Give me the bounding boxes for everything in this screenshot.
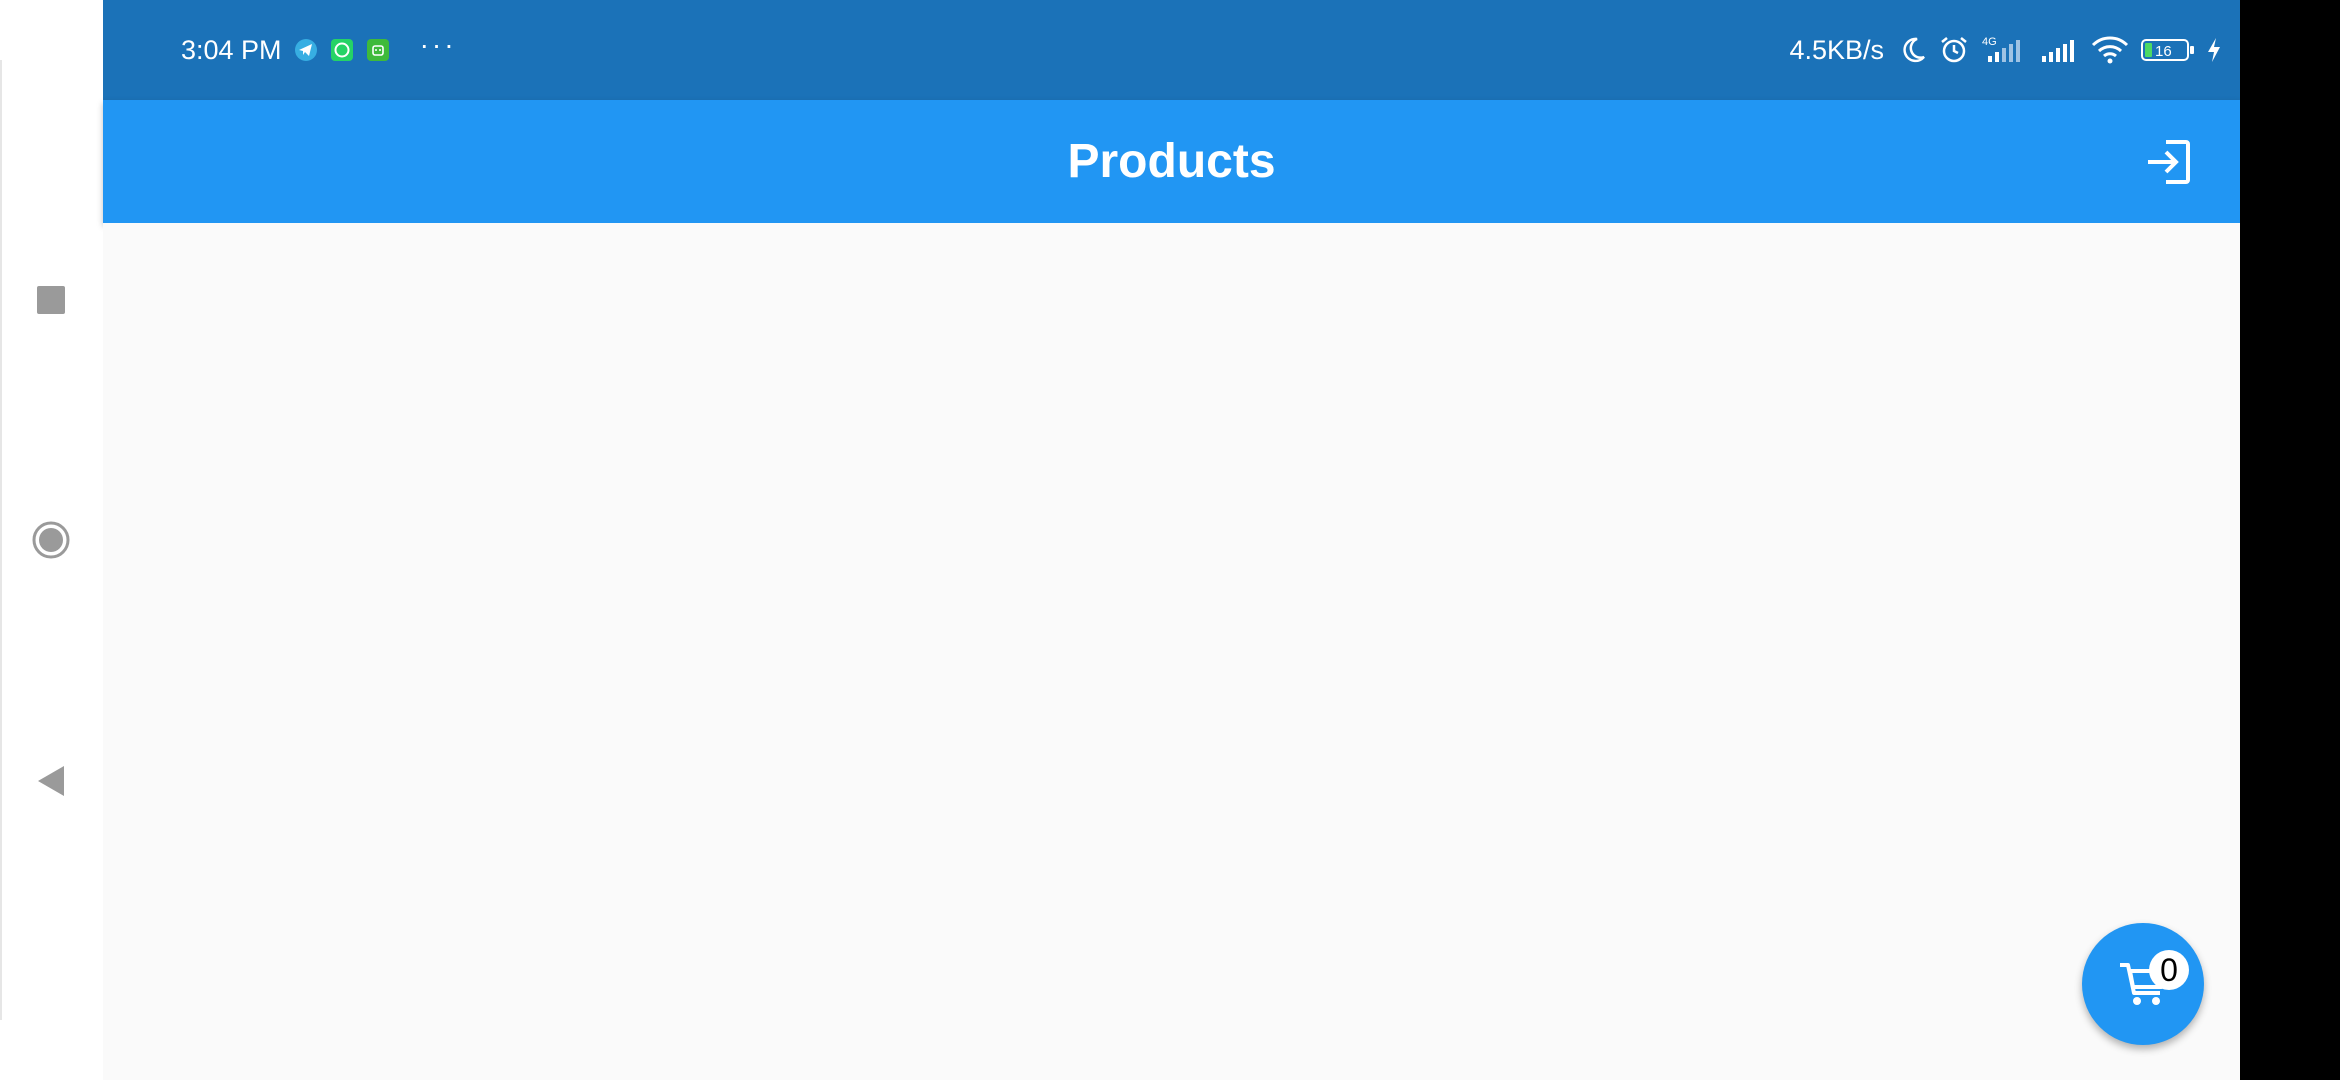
navbar-divider (0, 60, 2, 1020)
app-window: 3:04 PM ··· 4.5KB/s 4G 16 Products 0 (103, 0, 2240, 1080)
wifi-icon (2091, 36, 2129, 64)
page-title: Products (1067, 135, 1276, 188)
cart-button[interactable]: 0 (2082, 923, 2204, 1045)
system-navigation-bar (0, 0, 103, 1080)
app-bar: Products (103, 100, 2240, 223)
status-bar-right: 4.5KB/s 4G 16 (1789, 30, 2222, 70)
back-button[interactable] (22, 752, 80, 810)
recents-button[interactable] (22, 271, 80, 329)
cart-count-badge: 0 (2149, 950, 2189, 990)
signal-icon (2042, 40, 2074, 62)
signal-4g-icon: 4G (1982, 36, 2020, 62)
recents-icon (37, 286, 65, 314)
network-speed: 4.5KB/s (1789, 34, 1884, 65)
battery-level: 16 (2155, 43, 2172, 60)
android-icon (366, 38, 390, 62)
home-icon (32, 521, 70, 559)
battery-icon: 16 (2141, 39, 2194, 61)
back-icon (38, 766, 64, 796)
product-list-area (103, 223, 2240, 1080)
status-bar: 3:04 PM ··· 4.5KB/s 4G 16 (103, 0, 2240, 100)
screen: 3:04 PM ··· 4.5KB/s 4G 16 Products 0 (0, 0, 2340, 1080)
whatsapp-icon (330, 38, 354, 62)
more-notifications-indicator: ··· (419, 29, 457, 60)
charging-icon (2208, 38, 2220, 62)
alarm-icon (1941, 37, 1967, 63)
moon-icon (1903, 37, 1925, 63)
network-type-label: 4G (1982, 36, 1997, 48)
screen-edge (2240, 0, 2340, 1080)
home-button[interactable] (22, 511, 80, 569)
status-time: 3:04 PM (181, 34, 282, 65)
telegram-icon (294, 38, 318, 62)
login-button[interactable] (2138, 132, 2198, 192)
login-icon (2148, 140, 2190, 184)
status-bar-left: 3:04 PM ··· (181, 29, 457, 70)
